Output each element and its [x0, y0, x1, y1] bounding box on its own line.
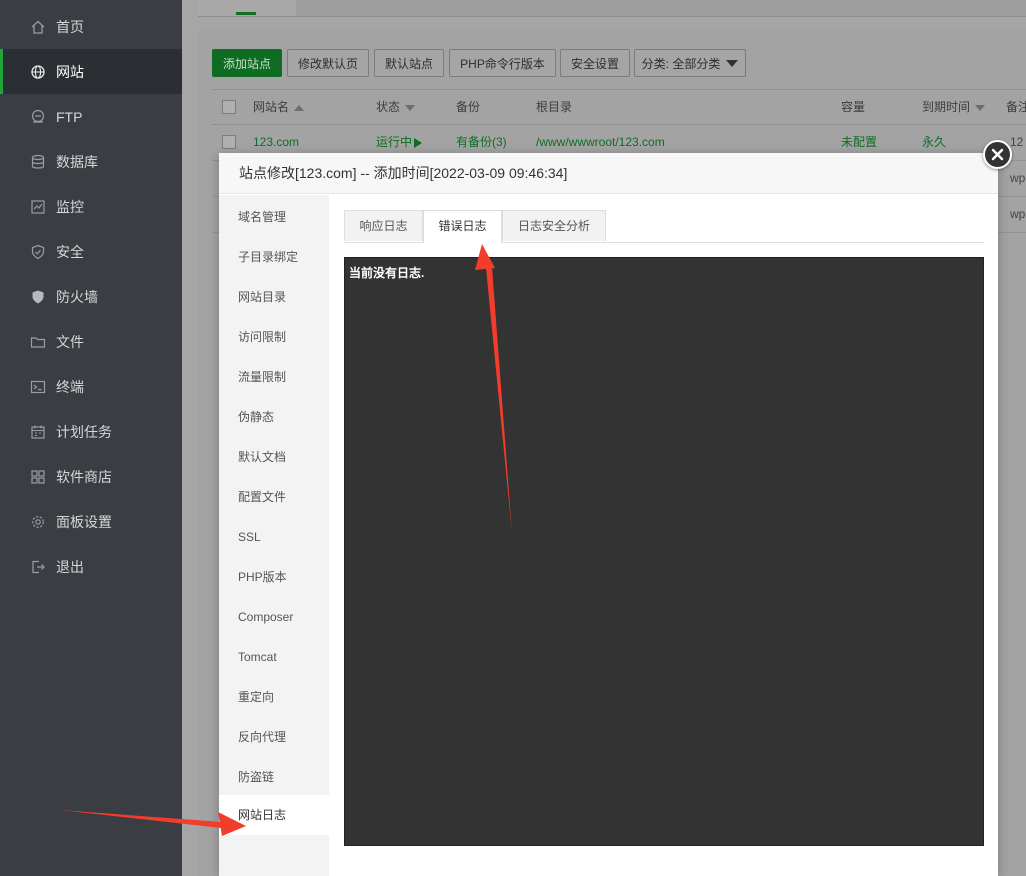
sidebar-item-files[interactable]: 文件 [0, 319, 182, 364]
column-remark: 备注 [1006, 100, 1026, 114]
sidebar-item-cron[interactable]: 计划任务 [0, 409, 182, 454]
column-backup: 备份 [456, 100, 481, 114]
sidebar-item-home[interactable]: 首页 [0, 4, 182, 49]
sidebar-item-firewall[interactable]: 防火墙 [0, 274, 182, 319]
nav-item-ssl[interactable]: SSL [219, 517, 329, 557]
sidebar-item-label: 退出 [56, 558, 84, 575]
gear-icon [32, 515, 44, 528]
sidebar-item-label: 终端 [56, 378, 84, 395]
calendar-icon [31, 425, 45, 439]
table-header: 网站名 状态 备份 根目录 容量 到期时间 备注 [212, 89, 1026, 125]
php-cli-button[interactable]: PHP命令行版本 [449, 49, 556, 77]
sidebar-item-label: 数据库 [56, 153, 98, 170]
column-capacity: 容量 [841, 100, 866, 114]
database-icon [31, 154, 45, 169]
nav-item-hotlink[interactable]: 防盗链 [219, 757, 329, 797]
ftp-icon [31, 109, 45, 123]
sidebar-item-label: 文件 [56, 333, 84, 350]
nav-item-site-dir[interactable]: 网站目录 [219, 277, 329, 317]
sidebar-item-database[interactable]: 数据库 [0, 139, 182, 184]
terminal-icon [30, 380, 46, 393]
column-root: 根目录 [536, 100, 573, 114]
nav-item-redirect[interactable]: 重定向 [219, 677, 329, 717]
caret-down-icon [726, 59, 739, 67]
sidebar-item-label: 首页 [56, 18, 84, 35]
log-output: 当前没有日志. [344, 257, 984, 846]
sidebar-item-ftp[interactable]: FTP [0, 94, 182, 139]
folder-icon [30, 336, 46, 348]
sidebar: 首页 网站 FTP 数据库 监控 安全 防火墙 文件 终端 计划任务 软件商店 [0, 0, 182, 876]
sidebar-item-settings[interactable]: 面板设置 [0, 499, 182, 544]
nav-item-subdir[interactable]: 子目录绑定 [219, 237, 329, 277]
firewall-icon [32, 290, 44, 303]
logout-icon [32, 560, 45, 573]
sidebar-item-terminal[interactable]: 终端 [0, 364, 182, 409]
category-select[interactable]: 分类: 全部分类 [634, 49, 746, 77]
tab-error-log[interactable]: 错误日志 [423, 210, 502, 243]
log-tabs: 响应日志 错误日志 日志安全分析 [344, 210, 984, 243]
nav-item-config-file[interactable]: 配置文件 [219, 477, 329, 517]
nav-item-default-doc[interactable]: 默认文档 [219, 437, 329, 477]
column-name[interactable]: 网站名 [253, 90, 305, 124]
apps-icon [31, 469, 45, 484]
sidebar-item-label: 安全 [56, 243, 84, 260]
nav-item-reverse-proxy[interactable]: 反向代理 [219, 717, 329, 757]
sidebar-item-monitor[interactable]: 监控 [0, 184, 182, 229]
sidebar-item-label: 网站 [56, 63, 84, 80]
sort-down-icon [975, 104, 986, 111]
top-card [198, 0, 1026, 17]
sidebar-item-security[interactable]: 安全 [0, 229, 182, 274]
nav-item-tomcat[interactable]: Tomcat [219, 637, 329, 677]
sidebar-item-appstore[interactable]: 软件商店 [0, 454, 182, 499]
remark-cell[interactable]: wp [1010, 196, 1025, 232]
sort-up-icon [294, 104, 305, 111]
nav-item-access-limit[interactable]: 访问限制 [219, 317, 329, 357]
close-icon [991, 148, 1004, 161]
modal-nav: 域名管理 子目录绑定 网站目录 访问限制 流量限制 伪静态 默认文档 配置文件 … [219, 195, 329, 876]
site-edit-modal: 站点修改[123.com] -- 添加时间[2022-03-09 09:46:3… [219, 153, 998, 876]
nav-item-domain[interactable]: 域名管理 [219, 197, 329, 237]
nav-item-rewrite[interactable]: 伪静态 [219, 397, 329, 437]
nav-item-composer[interactable]: Composer [219, 597, 329, 637]
sidebar-item-label: FTP [56, 108, 83, 125]
sidebar-item-label: 监控 [56, 198, 84, 215]
remark-cell[interactable]: 12 [1010, 124, 1023, 160]
remark-cell[interactable]: wp [1010, 160, 1025, 196]
sidebar-item-label: 软件商店 [56, 468, 112, 485]
select-all-checkbox[interactable] [222, 100, 236, 114]
edit-default-page-button[interactable]: 修改默认页 [287, 49, 369, 77]
play-icon [414, 137, 423, 148]
nav-item-traffic-limit[interactable]: 流量限制 [219, 357, 329, 397]
sidebar-item-label: 面板设置 [56, 513, 112, 530]
default-site-button[interactable]: 默认站点 [374, 49, 444, 77]
sort-down-icon [405, 104, 416, 111]
sidebar-item-label: 计划任务 [56, 423, 112, 440]
security-settings-button[interactable]: 安全设置 [560, 49, 630, 77]
home-icon [31, 20, 45, 34]
row-checkbox[interactable] [222, 135, 236, 149]
category-select-label: 分类: 全部分类 [641, 56, 721, 71]
sidebar-item-website[interactable]: 网站 [0, 49, 182, 94]
nav-item-site-log[interactable]: 网站日志 [219, 795, 329, 835]
nav-item-php-version[interactable]: PHP版本 [219, 557, 329, 597]
add-site-button[interactable]: 添加站点 [212, 49, 282, 77]
monitor-icon [31, 199, 45, 214]
tab-log-analysis[interactable]: 日志安全分析 [502, 210, 606, 241]
column-status[interactable]: 状态 [376, 90, 416, 124]
sidebar-item-label: 防火墙 [56, 288, 98, 305]
shield-icon [31, 244, 45, 259]
globe-icon [31, 64, 45, 79]
sidebar-item-logout[interactable]: 退出 [0, 544, 182, 589]
modal-close-button[interactable] [983, 140, 1012, 169]
column-expire[interactable]: 到期时间 [922, 90, 986, 124]
modal-title: 站点修改[123.com] -- 添加时间[2022-03-09 09:46:3… [219, 153, 998, 194]
tab-response-log[interactable]: 响应日志 [344, 210, 423, 241]
